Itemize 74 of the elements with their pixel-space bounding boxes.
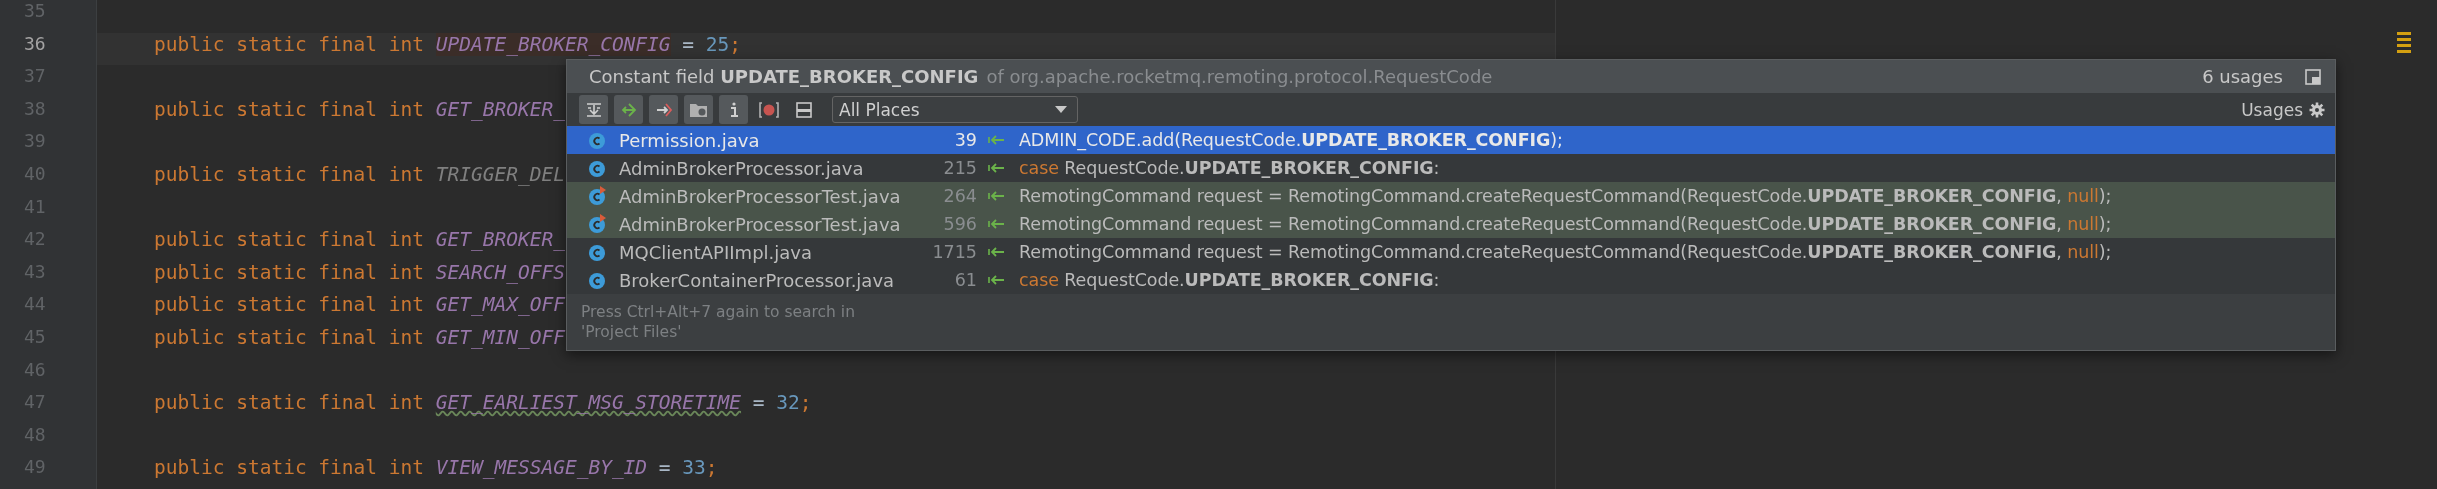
- code-keywords: public static final int: [154, 293, 425, 317]
- merge-usages-button[interactable]: [579, 95, 608, 124]
- search-hint: Press Ctrl+Alt+7 again to search in 'Project Files': [567, 294, 925, 350]
- constant-name: GET_MAX_OFF: [435, 293, 565, 317]
- constant-name: TRIGGER_DEL: [435, 162, 565, 186]
- popup-title: Constant field UPDATE_BROKER_CONFIG: [589, 66, 979, 87]
- constant-name: GET_MIN_OFF: [435, 325, 565, 349]
- code-keywords: public static final int: [154, 456, 425, 480]
- line-number: 596: [942, 214, 977, 234]
- file-name: AdminBrokerProcessor.java: [619, 157, 865, 179]
- file-name: MQClientAPIImpl.java: [619, 241, 813, 263]
- usage-code: RemotingCommand request = RemotingCommand.createRequestCommand(RequestCode.UPDATE_BROKER_CONFIG, null);: [1019, 186, 2113, 206]
- usage-arrow-icon: [987, 217, 1005, 231]
- group-label: Usages: [2241, 99, 2303, 120]
- line-number: 61: [953, 270, 977, 290]
- constant-value: 32: [776, 391, 800, 415]
- line-number: 39: [953, 130, 977, 150]
- file-name: BrokerContainerProcessor.java: [619, 269, 896, 291]
- folder-filter-button[interactable]: [684, 95, 713, 124]
- usage-count: 6 usages: [2202, 66, 2283, 87]
- usage-code: case RequestCode.UPDATE_BROKER_CONFIG:: [1019, 158, 1441, 178]
- usage-arrow-icon: [987, 133, 1005, 147]
- constant-value: 25: [705, 32, 730, 56]
- usage-arrow-icon: [987, 161, 1005, 175]
- code-keywords: public static final int: [154, 260, 425, 284]
- caret-icon: [1055, 105, 1067, 114]
- preview-icon: [795, 101, 812, 118]
- line-number: 1715: [931, 242, 977, 262]
- assign-operator: =: [658, 456, 671, 480]
- code-keywords: public static final int: [154, 162, 425, 186]
- constant-value: 33: [682, 456, 706, 480]
- constant-name: GET_BROKER_: [435, 228, 565, 252]
- usage-row[interactable]: AdminBrokerProcessorTest.java 264 RemotingCommand request = RemotingCommand.createRequestCommand(RequestCode.UPDATE_BROKER_CONFIG, null);: [567, 182, 2335, 210]
- code-keywords: public static final int: [154, 97, 425, 121]
- usage-code: ADMIN_CODE.add(RequestCode.UPDATE_BROKER_CONFIG);: [1019, 130, 1564, 150]
- semicolon: ;: [799, 391, 812, 415]
- usage-code: RemotingCommand request = RemotingCommand.createRequestCommand(RequestCode.UPDATE_BROKER_CONFIG, null);: [1019, 214, 2113, 234]
- usage-code: case RequestCode.UPDATE_BROKER_CONFIG:: [1019, 270, 1441, 290]
- code-keywords: public static final int: [154, 228, 425, 252]
- usage-arrow-icon: [987, 189, 1005, 203]
- constant-name: VIEW_MESSAGE_BY_ID: [435, 456, 648, 480]
- file-name: Permission.java: [619, 129, 761, 151]
- usage-arrow-icon: [987, 245, 1005, 259]
- scope-dropdown[interactable]: All Places: [832, 96, 1078, 123]
- file-name: AdminBrokerProcessorTest.java: [619, 213, 901, 235]
- assign-operator: =: [682, 32, 695, 56]
- semicolon: ;: [705, 456, 718, 480]
- error-stripe-icon: [2397, 32, 2411, 54]
- settings-icon[interactable]: [2309, 101, 2325, 118]
- code-keywords: public static final int: [154, 391, 425, 415]
- usage-row[interactable]: AdminBrokerProcessorTest.java 596 RemotingCommand request = RemotingCommand.createRequestCommand(RequestCode.UPDATE_BROKER_CONFIG, null);: [567, 210, 2335, 238]
- constant-name: SEARCH_OFFS: [435, 260, 565, 284]
- usage-row[interactable]: Permission.java 39 ADMIN_CODE.add(RequestCode.UPDATE_BROKER_CONFIG);: [567, 126, 2335, 154]
- usage-code: RemotingCommand request = RemotingCommand.createRequestCommand(RequestCode.UPDATE_BROKER_CONFIG, null);: [1019, 242, 2113, 262]
- code-keywords: public static final int: [154, 325, 425, 349]
- pin-window-icon[interactable]: [2305, 68, 2321, 85]
- constant-name: GET_EARLIEST_MSG_STORETIME: [435, 391, 742, 415]
- info-button[interactable]: [719, 95, 748, 124]
- merge-icon: [584, 100, 603, 119]
- line-number: 36: [23, 32, 47, 56]
- read-access-button[interactable]: [614, 95, 643, 124]
- constant-name: GET_BROKER_: [435, 97, 565, 121]
- code-keywords: public static final int: [154, 32, 425, 56]
- class-path: of org.apache.rocketmq.remoting.protocol.RequestCode: [986, 66, 1494, 87]
- line-number: 264: [942, 186, 977, 206]
- constant-name: UPDATE_BROKER_CONFIG: [435, 32, 671, 56]
- usage-arrow-icon: [987, 273, 1005, 287]
- semicolon: ;: [729, 32, 742, 56]
- file-name: AdminBrokerProcessorTest.java: [619, 185, 901, 207]
- write-access-button[interactable]: [649, 95, 678, 124]
- assign-operator: =: [752, 391, 765, 415]
- module-icon: [757, 100, 780, 119]
- line-number: 215: [942, 158, 977, 178]
- read-arrow-icon: [619, 100, 638, 119]
